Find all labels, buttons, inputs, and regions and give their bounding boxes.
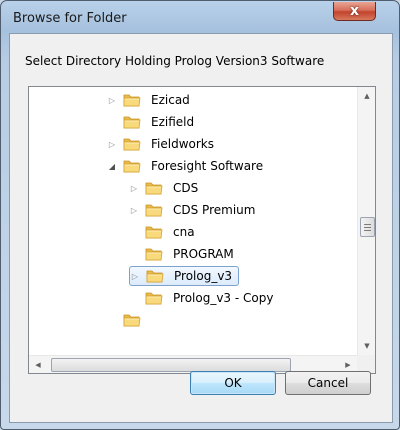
tree-item[interactable]: ▷ Fieldworks bbox=[107, 133, 218, 155]
tree-item-partial[interactable] bbox=[123, 309, 147, 331]
triangle-right-icon[interactable]: ▷ bbox=[107, 89, 117, 111]
folder-icon bbox=[123, 158, 141, 174]
triangle-right-icon[interactable]: ▷ bbox=[130, 265, 140, 287]
window-title: Browse for Folder bbox=[13, 11, 127, 26]
folder-icon bbox=[145, 180, 163, 196]
browse-for-folder-window: Browse for Folder x Select Directory Hol… bbox=[0, 0, 400, 430]
tree-item[interactable]: PROGRAM bbox=[129, 243, 238, 265]
folder-icon bbox=[123, 92, 141, 108]
scroll-up-arrow-icon[interactable]: ▲ bbox=[358, 87, 375, 105]
tree-item[interactable]: Prolog_v3 - Copy bbox=[129, 287, 277, 309]
tree-item-label: Prolog_v3 bbox=[174, 269, 233, 283]
tree-item-label: Fieldworks bbox=[151, 137, 214, 151]
tree-item-label: Ezicad bbox=[151, 93, 190, 107]
tree-item-label: PROGRAM bbox=[173, 247, 234, 261]
tree-item-label: Ezifield bbox=[151, 115, 195, 129]
cancel-button[interactable]: Cancel bbox=[285, 371, 371, 395]
tree-item[interactable]: ▷ Ezicad bbox=[107, 89, 194, 111]
folder-icon bbox=[123, 136, 141, 152]
tree-item-label: Prolog_v3 - Copy bbox=[173, 291, 274, 305]
close-icon: x bbox=[349, 3, 360, 19]
title-bar[interactable]: Browse for Folder x bbox=[1, 1, 399, 35]
folder-tree-viewport: ▷ Ezicad Ezifield ▷ Fieldworks ◢ Foresight Sof… bbox=[29, 87, 357, 355]
expander-placeholder bbox=[107, 111, 117, 133]
folder-icon bbox=[123, 114, 141, 130]
scroll-left-arrow-icon[interactable]: ◀ bbox=[29, 356, 47, 373]
triangle-right-icon[interactable]: ▷ bbox=[107, 133, 117, 155]
triangle-right-icon[interactable]: ▷ bbox=[129, 177, 139, 199]
dialog-prompt: Select Directory Holding Prolog Version3… bbox=[25, 54, 325, 68]
ok-button[interactable]: OK bbox=[190, 371, 276, 395]
tree-item-label: CDS bbox=[173, 181, 199, 195]
close-button[interactable]: x bbox=[333, 2, 376, 21]
dialog-client-area: Select Directory Holding Prolog Version3… bbox=[9, 33, 393, 423]
tree-item[interactable]: Ezifield bbox=[107, 111, 198, 133]
folder-icon bbox=[145, 246, 163, 262]
tree-item-label: cna bbox=[173, 225, 195, 239]
tree-item[interactable]: ▷ CDS bbox=[129, 177, 202, 199]
tree-item[interactable]: ▷ CDS Premium bbox=[129, 199, 259, 221]
folder-icon bbox=[145, 202, 163, 218]
folder-tree[interactable]: ▷ Ezicad Ezifield ▷ Fieldworks ◢ Foresight Sof… bbox=[28, 86, 376, 374]
tree-item-label: CDS Premium bbox=[173, 203, 256, 217]
tree-item[interactable]: ◢ Foresight Software bbox=[107, 155, 267, 177]
horizontal-scroll-thumb[interactable] bbox=[51, 358, 291, 372]
folder-icon bbox=[146, 268, 164, 284]
tree-item[interactable]: cna bbox=[129, 221, 199, 243]
vertical-scroll-thumb[interactable] bbox=[360, 217, 375, 237]
triangle-right-icon[interactable]: ▷ bbox=[129, 199, 139, 221]
tree-item[interactable]: ▷ Prolog_v3 bbox=[129, 265, 240, 287]
folder-icon bbox=[145, 290, 163, 306]
vertical-scrollbar[interactable]: ▲ ▼ bbox=[357, 87, 375, 355]
expander-placeholder bbox=[129, 243, 139, 265]
folder-icon bbox=[145, 224, 163, 240]
expander-placeholder bbox=[129, 221, 139, 243]
tree-item-label: Foresight Software bbox=[151, 159, 264, 173]
expander-placeholder bbox=[129, 287, 139, 309]
triangle-down-icon[interactable]: ◢ bbox=[107, 155, 117, 177]
folder-icon bbox=[123, 312, 141, 328]
scroll-down-arrow-icon[interactable]: ▼ bbox=[358, 337, 375, 355]
